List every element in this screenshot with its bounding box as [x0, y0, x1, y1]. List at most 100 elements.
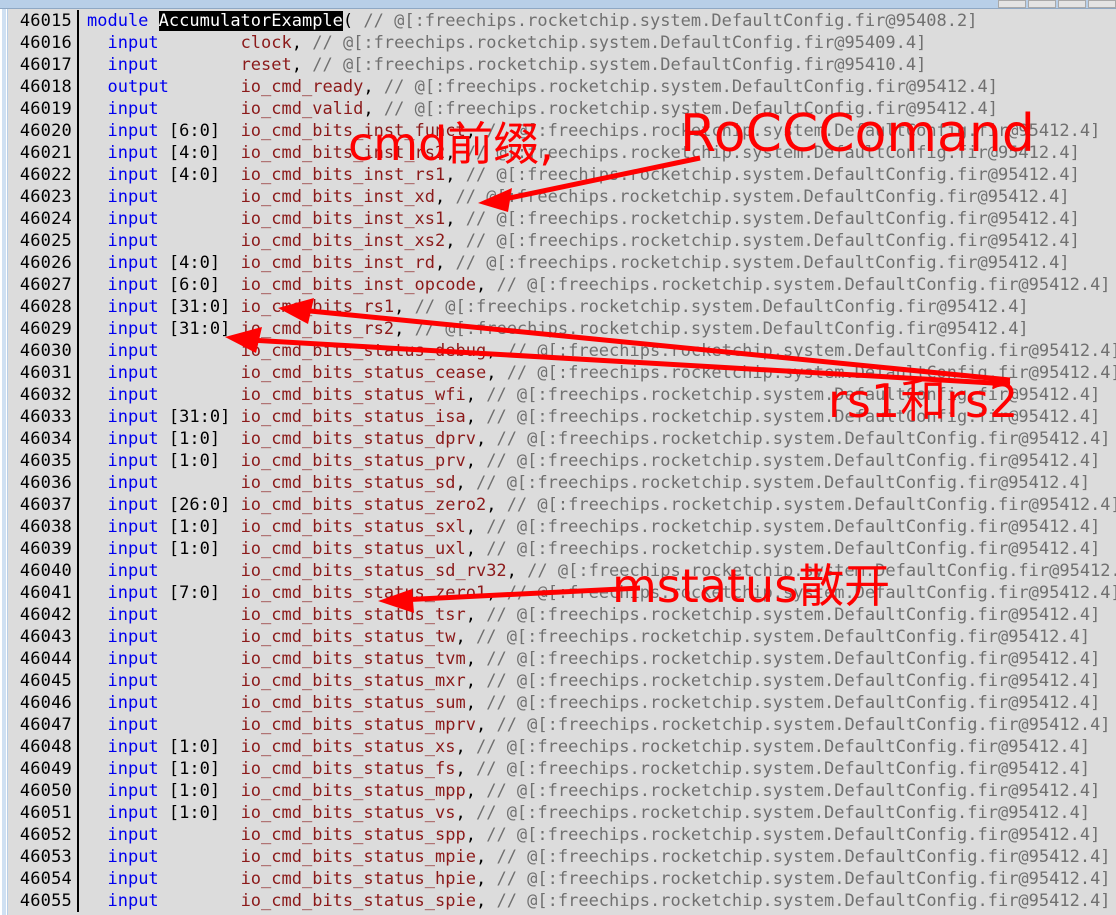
- code-text[interactable]: input io_cmd_bits_status_hpie, // @[:fre…: [79, 868, 1116, 890]
- code-text[interactable]: input io_cmd_bits_status_debug, // @[:fr…: [79, 340, 1116, 362]
- code-line[interactable]: 46025 input io_cmd_bits_inst_xs2, // @[:…: [9, 230, 1116, 252]
- code-line[interactable]: 46049 input [1:0] io_cmd_bits_status_fs,…: [9, 758, 1116, 780]
- code-line[interactable]: 46022 input [4:0] io_cmd_bits_inst_rs1, …: [9, 164, 1116, 186]
- code-text[interactable]: input io_cmd_bits_inst_xs2, // @[:freech…: [79, 230, 1116, 252]
- code-line[interactable]: 46027 input [6:0] io_cmd_bits_inst_opcod…: [9, 274, 1116, 296]
- code-text[interactable]: input io_cmd_bits_status_mpie, // @[:fre…: [79, 846, 1116, 868]
- code-text[interactable]: input io_cmd_bits_inst_xs1, // @[:freech…: [79, 208, 1116, 230]
- signal-identifier[interactable]: io_cmd_bits_status_sd_rv32: [241, 561, 507, 581]
- code-text[interactable]: input io_cmd_bits_status_sum, // @[:free…: [79, 692, 1116, 714]
- signal-identifier[interactable]: io_cmd_bits_rs1: [241, 297, 395, 317]
- signal-identifier[interactable]: io_cmd_bits_status_cease: [241, 363, 487, 383]
- window-control-button[interactable]: [998, 0, 1026, 8]
- code-line[interactable]: 46029 input [31:0] io_cmd_bits_rs2, // @…: [9, 318, 1116, 340]
- code-text[interactable]: input [4:0] io_cmd_bits_inst_rs1, // @[:…: [79, 164, 1116, 186]
- signal-identifier[interactable]: io_cmd_bits_status_sxl: [241, 517, 466, 537]
- signal-identifier[interactable]: io_cmd_bits_inst_xs1: [241, 209, 446, 229]
- code-line[interactable]: 46053 input io_cmd_bits_status_mpie, // …: [9, 846, 1116, 868]
- code-text[interactable]: input [1:0] io_cmd_bits_status_dprv, // …: [79, 428, 1116, 450]
- code-line[interactable]: 46036 input io_cmd_bits_status_sd, // @[…: [9, 472, 1116, 494]
- signal-identifier[interactable]: io_cmd_bits_inst_xs2: [241, 231, 446, 251]
- code-text[interactable]: input [1:0] io_cmd_bits_status_uxl, // @…: [79, 538, 1116, 560]
- code-text[interactable]: input io_cmd_bits_inst_xd, // @[:freechi…: [79, 186, 1116, 208]
- code-line[interactable]: 46039 input [1:0] io_cmd_bits_status_uxl…: [9, 538, 1116, 560]
- code-text[interactable]: module AccumulatorExample( // @[:freechi…: [79, 10, 1116, 32]
- code-line[interactable]: 46044 input io_cmd_bits_status_tvm, // @…: [9, 648, 1116, 670]
- signal-identifier[interactable]: io_cmd_bits_status_tsr: [241, 605, 466, 625]
- code-text[interactable]: input [1:0] io_cmd_bits_status_prv, // @…: [79, 450, 1116, 472]
- code-text[interactable]: input io_cmd_bits_status_mprv, // @[:fre…: [79, 714, 1116, 736]
- signal-identifier[interactable]: io_cmd_bits_status_vs: [241, 803, 456, 823]
- code-line[interactable]: 46052 input io_cmd_bits_status_spp, // @…: [9, 824, 1116, 846]
- code-text[interactable]: input [1:0] io_cmd_bits_status_fs, // @[…: [79, 758, 1116, 780]
- code-text[interactable]: input reset, // @[:freechips.rocketchip.…: [79, 54, 1116, 76]
- code-line[interactable]: 46043 input io_cmd_bits_status_tw, // @[…: [9, 626, 1116, 648]
- code-line[interactable]: 46045 input io_cmd_bits_status_mxr, // @…: [9, 670, 1116, 692]
- signal-identifier[interactable]: io_cmd_bits_status_tvm: [241, 649, 466, 669]
- window-controls[interactable]: [998, 0, 1116, 8]
- code-line[interactable]: 46035 input [1:0] io_cmd_bits_status_prv…: [9, 450, 1116, 472]
- code-line[interactable]: 46054 input io_cmd_bits_status_hpie, // …: [9, 868, 1116, 890]
- code-text[interactable]: input [31:0] io_cmd_bits_rs1, // @[:free…: [79, 296, 1116, 318]
- code-text[interactable]: input [1:0] io_cmd_bits_status_vs, // @[…: [79, 802, 1116, 824]
- code-text[interactable]: input [1:0] io_cmd_bits_status_xs, // @[…: [79, 736, 1116, 758]
- signal-identifier[interactable]: io_cmd_bits_status_mxr: [241, 671, 466, 691]
- signal-identifier[interactable]: io_cmd_bits_status_sum: [241, 693, 466, 713]
- window-control-button[interactable]: [1028, 0, 1056, 8]
- code-text[interactable]: input [6:0] io_cmd_bits_inst_opcode, // …: [79, 274, 1116, 296]
- signal-identifier[interactable]: io_cmd_bits_inst_opcode: [241, 275, 476, 295]
- code-line[interactable]: 46051 input [1:0] io_cmd_bits_status_vs,…: [9, 802, 1116, 824]
- signal-identifier[interactable]: io_cmd_bits_status_zero2: [241, 495, 487, 515]
- window-control-button[interactable]: [1058, 0, 1086, 8]
- signal-identifier[interactable]: io_cmd_bits_status_hpie: [241, 869, 476, 889]
- signal-identifier[interactable]: clock: [241, 33, 292, 53]
- code-line[interactable]: 46042 input io_cmd_bits_status_tsr, // @…: [9, 604, 1116, 626]
- signal-identifier[interactable]: io_cmd_bits_status_spp: [241, 825, 466, 845]
- code-line[interactable]: 46040 input io_cmd_bits_status_sd_rv32, …: [9, 560, 1116, 582]
- code-line[interactable]: 46048 input [1:0] io_cmd_bits_status_xs,…: [9, 736, 1116, 758]
- signal-identifier[interactable]: io_cmd_bits_status_uxl: [241, 539, 466, 559]
- code-text[interactable]: input [1:0] io_cmd_bits_status_mpp, // @…: [79, 780, 1116, 802]
- signal-identifier[interactable]: io_cmd_bits_status_tw: [241, 627, 456, 647]
- code-text[interactable]: input [31:0] io_cmd_bits_rs2, // @[:free…: [79, 318, 1116, 340]
- code-line[interactable]: 46028 input [31:0] io_cmd_bits_rs1, // @…: [9, 296, 1116, 318]
- signal-identifier[interactable]: io_cmd_bits_status_zero1: [241, 583, 487, 603]
- signal-identifier[interactable]: io_cmd_bits_status_sd: [241, 473, 456, 493]
- signal-identifier[interactable]: io_cmd_bits_status_mprv: [241, 715, 476, 735]
- signal-identifier[interactable]: io_cmd_bits_status_spie: [241, 891, 476, 911]
- code-line[interactable]: 46017 input reset, // @[:freechips.rocke…: [9, 54, 1116, 76]
- signal-identifier[interactable]: io_cmd_valid: [241, 99, 364, 119]
- signal-identifier[interactable]: reset: [241, 55, 292, 75]
- code-text[interactable]: input [1:0] io_cmd_bits_status_sxl, // @…: [79, 516, 1116, 538]
- code-line[interactable]: 46047 input io_cmd_bits_status_mprv, // …: [9, 714, 1116, 736]
- signal-identifier[interactable]: io_cmd_bits_status_xs: [241, 737, 456, 757]
- code-text[interactable]: input io_cmd_bits_status_tw, // @[:freec…: [79, 626, 1116, 648]
- code-text[interactable]: input io_cmd_bits_status_sd, // @[:freec…: [79, 472, 1116, 494]
- signal-identifier[interactable]: io_cmd_bits_inst_rd: [241, 253, 435, 273]
- code-line[interactable]: 46018 output io_cmd_ready, // @[:freechi…: [9, 76, 1116, 98]
- signal-identifier[interactable]: io_cmd_bits_rs2: [241, 319, 395, 339]
- signal-identifier[interactable]: io_cmd_bits_status_fs: [241, 759, 456, 779]
- code-text[interactable]: input io_cmd_bits_status_spie, // @[:fre…: [79, 890, 1116, 912]
- code-line[interactable]: 46037 input [26:0] io_cmd_bits_status_ze…: [9, 494, 1116, 516]
- code-text[interactable]: input io_cmd_bits_status_tsr, // @[:free…: [79, 604, 1116, 626]
- code-text[interactable]: output io_cmd_ready, // @[:freechips.roc…: [79, 76, 1116, 98]
- code-text[interactable]: input [4:0] io_cmd_bits_inst_rd, // @[:f…: [79, 252, 1116, 274]
- code-line[interactable]: 46055 input io_cmd_bits_status_spie, // …: [9, 890, 1116, 912]
- code-line[interactable]: 46030 input io_cmd_bits_status_debug, //…: [9, 340, 1116, 362]
- code-line[interactable]: 46038 input [1:0] io_cmd_bits_status_sxl…: [9, 516, 1116, 538]
- code-text[interactable]: input [26:0] io_cmd_bits_status_zero2, /…: [79, 494, 1116, 516]
- signal-identifier[interactable]: io_cmd_bits_status_mpie: [241, 847, 476, 867]
- code-line[interactable]: 46050 input [1:0] io_cmd_bits_status_mpp…: [9, 780, 1116, 802]
- code-text[interactable]: input io_cmd_bits_status_mxr, // @[:free…: [79, 670, 1116, 692]
- signal-identifier[interactable]: io_cmd_ready: [241, 77, 364, 97]
- code-line[interactable]: 46023 input io_cmd_bits_inst_xd, // @[:f…: [9, 186, 1116, 208]
- code-text[interactable]: input io_cmd_bits_status_tvm, // @[:free…: [79, 648, 1116, 670]
- code-text[interactable]: input clock, // @[:freechips.rocketchip.…: [79, 32, 1116, 54]
- signal-identifier[interactable]: io_cmd_bits_status_isa: [241, 407, 466, 427]
- code-line[interactable]: 46041 input [7:0] io_cmd_bits_status_zer…: [9, 582, 1116, 604]
- code-line[interactable]: 46026 input [4:0] io_cmd_bits_inst_rd, /…: [9, 252, 1116, 274]
- signal-identifier[interactable]: io_cmd_bits_inst_xd: [241, 187, 435, 207]
- code-line[interactable]: 46024 input io_cmd_bits_inst_xs1, // @[:…: [9, 208, 1116, 230]
- code-text[interactable]: input io_cmd_bits_status_sd_rv32, // @[:…: [79, 560, 1116, 582]
